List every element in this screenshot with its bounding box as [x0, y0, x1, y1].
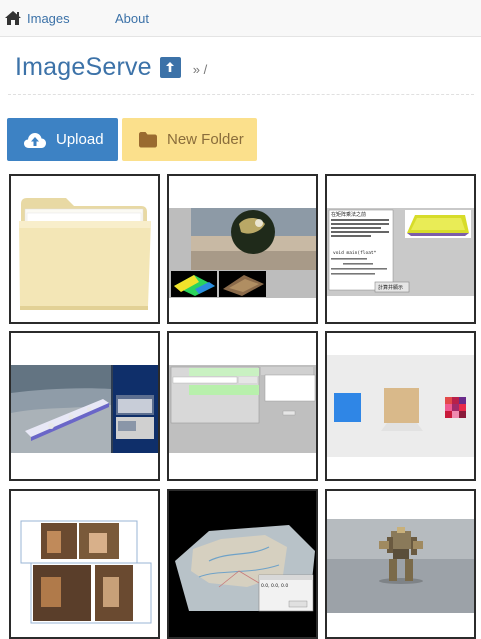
upload-label: Upload: [56, 131, 104, 148]
folder-icon: [138, 131, 158, 148]
page-header: ImageServe » /: [15, 50, 207, 84]
gallery-tile-image[interactable]: 在矩阵乘法之前 void main(float* 計算并顯示: [325, 174, 476, 324]
thumbnail-image: [327, 491, 474, 637]
compute-button-label: 計算并顯示: [378, 284, 403, 291]
thumbnail-image: [327, 355, 474, 457]
nav-about-label: About: [115, 10, 149, 26]
gallery-tile-image[interactable]: [325, 489, 476, 639]
upload-button[interactable]: Upload: [7, 118, 118, 161]
new-folder-label: New Folder: [167, 131, 244, 148]
gallery-tile-image[interactable]: [167, 331, 318, 481]
page-title: ImageServe: [15, 52, 152, 81]
code-text-line: 在矩阵乘法之前: [331, 211, 366, 218]
header-divider: [8, 94, 474, 95]
gallery-tile-image[interactable]: [9, 489, 160, 639]
new-folder-button[interactable]: New Folder: [122, 118, 257, 161]
large-folder-icon: [19, 198, 151, 310]
thumbnail-image: [169, 208, 316, 298]
breadcrumb: » /: [192, 61, 208, 77]
code-text-line: void main(float*: [333, 250, 377, 256]
gallery-tile-image[interactable]: [9, 331, 160, 481]
arrow-up-icon: [166, 62, 175, 72]
thumbnail-image: [11, 365, 158, 453]
cloud-upload-icon: [23, 131, 47, 149]
nav-about-link[interactable]: About: [115, 0, 149, 36]
home-icon: [4, 10, 22, 26]
gallery-tile-image[interactable]: [325, 331, 476, 481]
thumbnail-image: 0.0, 0.0, 0.0: [169, 491, 316, 637]
thumbnail-image: [169, 365, 316, 453]
parent-folder-button[interactable]: [159, 56, 181, 78]
thumbnail-image: [11, 491, 158, 637]
nav-images-label: Images: [27, 10, 70, 26]
gallery-tile-image[interactable]: [167, 174, 318, 324]
nav-images-link[interactable]: Images: [4, 0, 70, 36]
gallery-tile-folder[interactable]: [9, 174, 160, 324]
gallery-tile-image[interactable]: 0.0, 0.0, 0.0: [167, 489, 318, 639]
top-navbar: Images About: [0, 0, 481, 37]
thumbnail-image: 在矩阵乘法之前 void main(float* 計算并顯示: [327, 208, 474, 296]
dialog-text: 0.0, 0.0, 0.0: [261, 583, 288, 589]
